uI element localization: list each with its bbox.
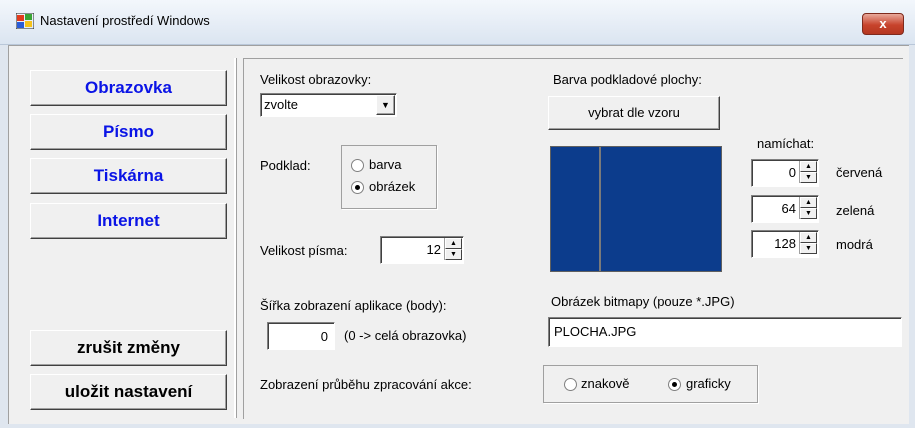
cancel-changes-button[interactable]: zrušit změny xyxy=(30,330,227,366)
blue-spinner[interactable]: 128 ▲ ▼ xyxy=(751,230,819,258)
red-spinner[interactable]: 0 ▲ ▼ xyxy=(751,159,819,187)
green-label: zelená xyxy=(836,203,875,218)
app-width-label: Šířka zobrazení aplikace (body): xyxy=(260,298,447,313)
title-bar: Nastavení prostředí Windows x xyxy=(0,0,915,45)
background-label: Podklad: xyxy=(260,158,311,173)
nav-button-internet[interactable]: Internet xyxy=(30,203,227,239)
bitmap-value: PLOCHA.JPG xyxy=(554,324,637,339)
nav-button-pismo[interactable]: Písmo xyxy=(30,114,227,150)
background-color-radio[interactable] xyxy=(351,159,364,172)
bitmap-input[interactable]: PLOCHA.JPG xyxy=(548,317,902,347)
font-size-value: 12 xyxy=(426,242,441,257)
spin-up-icon[interactable]: ▲ xyxy=(445,238,462,249)
app-width-hint: (0 -> celá obrazovka) xyxy=(344,328,467,343)
progress-graphic-label: graficky xyxy=(686,376,731,391)
font-size-spinner[interactable]: 12 ▲ ▼ xyxy=(380,236,464,264)
spin-down-icon[interactable]: ▼ xyxy=(800,243,817,254)
green-spin-buttons[interactable]: ▲ ▼ xyxy=(799,197,817,219)
spin-down-icon[interactable]: ▼ xyxy=(800,172,817,183)
background-image-label: obrázek xyxy=(369,179,416,194)
background-color-label: barva xyxy=(369,157,402,172)
spin-down-icon[interactable]: ▼ xyxy=(445,249,462,260)
spin-down-icon[interactable]: ▼ xyxy=(800,208,817,219)
background-image-radio[interactable] xyxy=(351,181,364,194)
nav-button-obrazovka[interactable]: Obrazovka xyxy=(30,70,227,106)
spin-up-icon[interactable]: ▲ xyxy=(800,197,817,208)
progress-display-label: Zobrazení průběhu zpracování akce: xyxy=(260,377,472,392)
blue-value: 128 xyxy=(774,236,796,251)
preview-divider xyxy=(599,147,601,271)
font-size-spin-buttons[interactable]: ▲ ▼ xyxy=(444,238,462,260)
nav-button-tiskarna[interactable]: Tiskárna xyxy=(30,158,227,194)
blue-label: modrá xyxy=(836,237,873,252)
progress-char-label: znakově xyxy=(581,376,630,391)
progress-graphic-radio[interactable] xyxy=(668,378,681,391)
save-settings-button[interactable]: uložit nastavení xyxy=(30,374,227,410)
window-title: Nastavení prostředí Windows xyxy=(40,13,210,28)
screen-size-label: Velikost obrazovky: xyxy=(260,72,372,87)
pick-pattern-button[interactable]: vybrat dle vzoru xyxy=(548,96,720,130)
red-label: červená xyxy=(836,165,883,180)
spin-up-icon[interactable]: ▲ xyxy=(800,161,817,172)
color-preview xyxy=(550,146,722,272)
bg-color-label: Barva podkladové plochy: xyxy=(553,72,702,87)
close-icon: x xyxy=(879,16,887,31)
spin-up-icon[interactable]: ▲ xyxy=(800,232,817,243)
red-value: 0 xyxy=(788,165,796,180)
red-spin-buttons[interactable]: ▲ ▼ xyxy=(799,161,817,183)
app-icon xyxy=(16,13,34,29)
progress-char-radio[interactable] xyxy=(564,378,577,391)
screen-size-select[interactable]: zvolte ▼ xyxy=(260,93,397,117)
green-spinner[interactable]: 64 ▲ ▼ xyxy=(751,195,819,223)
background-group xyxy=(341,145,437,209)
font-size-label: Velikost písma: xyxy=(260,243,348,258)
app-width-value: 0 xyxy=(320,329,328,344)
app-width-input[interactable]: 0 xyxy=(267,322,335,350)
mix-label: namíchat: xyxy=(757,136,815,151)
blue-spin-buttons[interactable]: ▲ ▼ xyxy=(799,232,817,254)
green-value: 64 xyxy=(781,201,796,216)
bitmap-label: Obrázek bitmapy (pouze *.JPG) xyxy=(551,294,735,309)
screen-size-value: zvolte xyxy=(264,97,298,112)
chevron-down-icon[interactable]: ▼ xyxy=(376,95,395,115)
close-button[interactable]: x xyxy=(862,13,904,35)
